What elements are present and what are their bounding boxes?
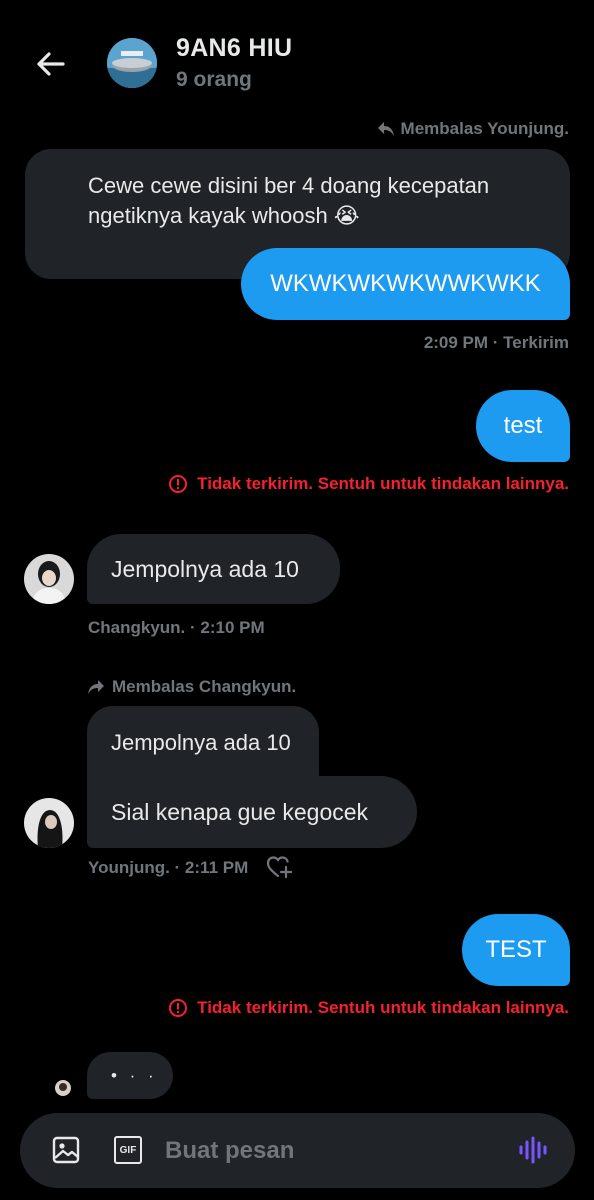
- avatar-younjung[interactable]: [24, 798, 74, 848]
- avatar-typing[interactable]: [55, 1080, 71, 1096]
- outgoing-message-text: WKWKWKWKWWKWKK: [270, 270, 541, 297]
- add-photo-button[interactable]: [50, 1134, 82, 1166]
- send-error-text: Tidak terkirim. Sentuh untuk tindakan la…: [197, 998, 569, 1017]
- gif-icon-label: GIF: [119, 1144, 137, 1156]
- reply-icon: [377, 122, 394, 136]
- add-gif-button[interactable]: GIF: [112, 1134, 144, 1166]
- group-avatar[interactable]: [107, 38, 157, 88]
- incoming-message-text: Jempolnya ada 10: [111, 555, 299, 582]
- group-title[interactable]: 9AN6 HIU: [176, 34, 292, 63]
- image-icon: [52, 1136, 80, 1164]
- incoming-message-text: Sial kenapa gue kegocek: [111, 798, 369, 825]
- voice-wave-icon: [519, 1136, 547, 1164]
- reply-context-label: Membalas Changkyun.: [112, 677, 297, 696]
- avatar-image: [55, 1080, 71, 1096]
- avatar-image: [24, 798, 74, 848]
- incoming-message[interactable]: Jempolnya ada 10: [87, 534, 340, 604]
- send-error[interactable]: Tidak terkirim. Sentuh untuk tindakan la…: [168, 998, 569, 1018]
- message-sender-time: Changkyun. · 2:10 PM: [88, 618, 265, 637]
- quoted-message-text: Jempolnya ada 10: [111, 730, 291, 755]
- send-error[interactable]: Tidak terkirim. Sentuh untuk tindakan la…: [168, 474, 569, 494]
- group-avatar-image: [107, 38, 157, 88]
- conversation-header: 9AN6 HIU 9 orang: [0, 0, 594, 110]
- message-input[interactable]: [165, 1131, 495, 1171]
- message-status: 2:09 PM · Terkirim: [423, 333, 569, 352]
- outgoing-message[interactable]: TEST: [462, 914, 570, 986]
- back-arrow-icon: [37, 52, 65, 76]
- avatar-changkyun[interactable]: [24, 554, 74, 604]
- error-circle-icon: [169, 475, 188, 493]
- reply-context: Membalas Younjung.: [377, 119, 569, 139]
- error-circle-icon: [169, 999, 188, 1017]
- message-sender-time: Younjung. · 2:11 PM: [88, 858, 249, 877]
- outgoing-message[interactable]: WKWKWKWKWWKWKK: [241, 248, 570, 320]
- message-composer: GIF: [20, 1113, 575, 1188]
- heart-plus-icon: [266, 856, 293, 879]
- outgoing-message-text: test: [503, 412, 543, 439]
- outgoing-message-text: TEST: [485, 936, 547, 963]
- reply-context: Membalas Changkyun.: [87, 677, 296, 697]
- avatar-image: [24, 554, 74, 604]
- forward-reply-icon: [88, 680, 104, 694]
- incoming-message[interactable]: Sial kenapa gue kegocek: [87, 776, 417, 848]
- typing-indicator: • · ·: [87, 1052, 173, 1099]
- voice-message-button[interactable]: [517, 1134, 549, 1166]
- outgoing-message[interactable]: test: [476, 390, 570, 462]
- gif-icon: GIF: [114, 1136, 142, 1164]
- reply-context-label: Membalas Younjung.: [400, 119, 569, 138]
- send-error-text: Tidak terkirim. Sentuh untuk tindakan la…: [197, 474, 569, 493]
- add-reaction-button[interactable]: [266, 855, 293, 879]
- typing-dots: • · ·: [111, 1065, 158, 1085]
- quoted-message-text: Cewe cewe disini ber 4 doang kecepatan n…: [88, 173, 490, 228]
- back-button[interactable]: [30, 44, 70, 84]
- member-count[interactable]: 9 orang: [176, 68, 252, 92]
